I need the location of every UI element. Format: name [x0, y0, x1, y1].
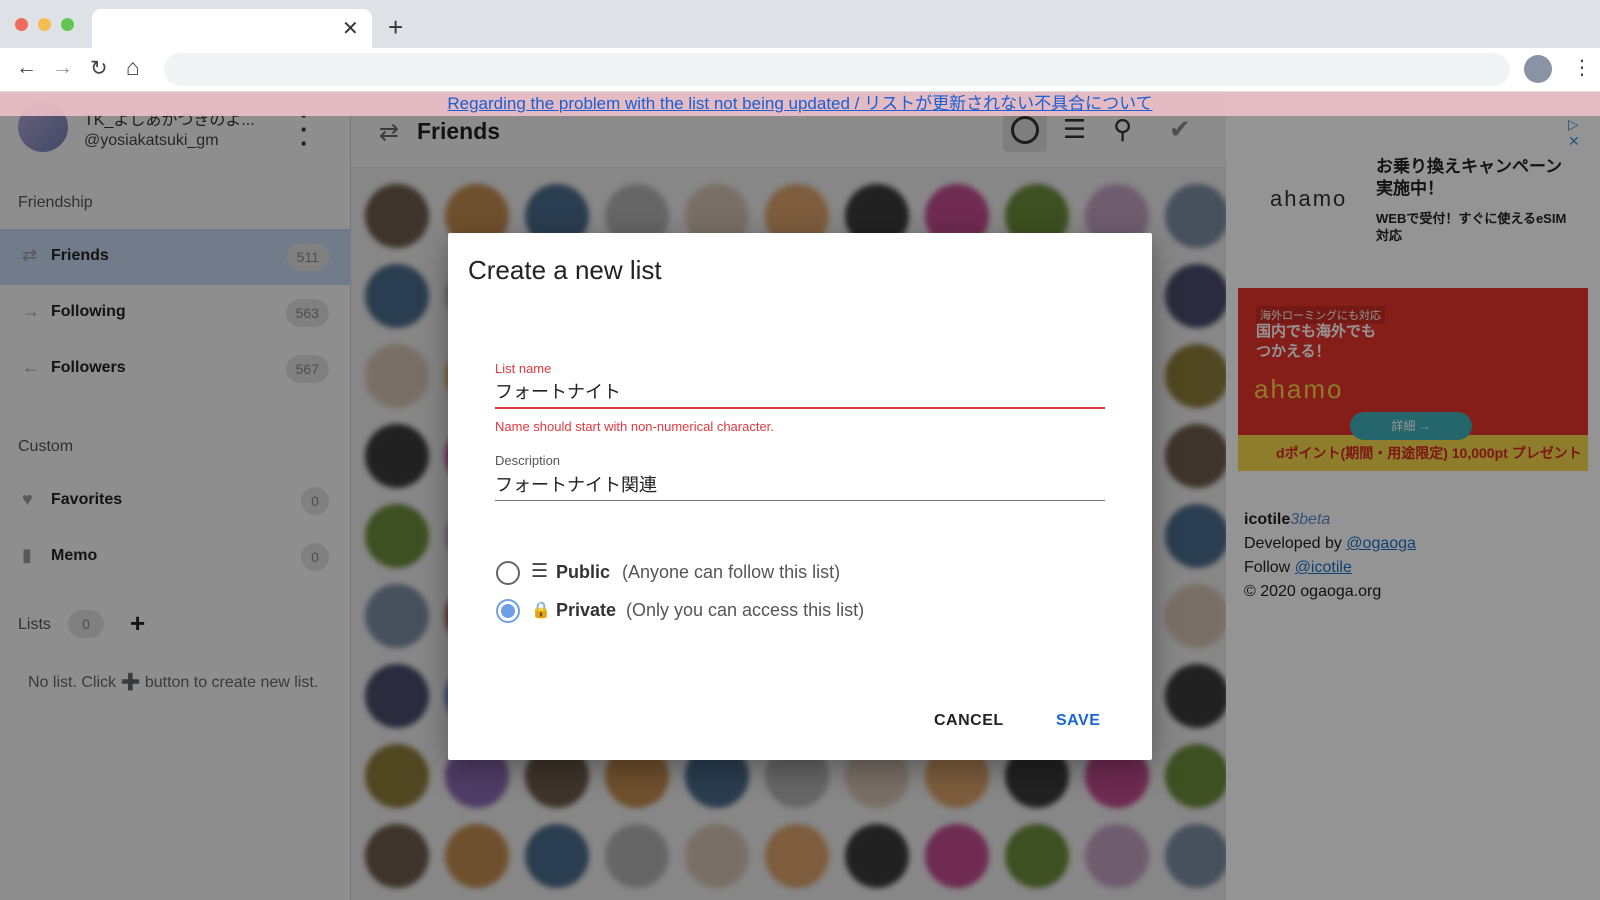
forward-icon[interactable]: →: [52, 56, 73, 80]
private-desc: (Only you can access this list): [626, 600, 865, 620]
dialog-title: Create a new list: [468, 255, 662, 285]
list-name-error: Name should start with non-numerical cha…: [495, 419, 774, 434]
cancel-button[interactable]: CANCEL: [934, 703, 1004, 739]
public-desc: (Anyone can follow this list): [622, 562, 841, 582]
description-input[interactable]: [495, 471, 1105, 501]
new-tab-icon[interactable]: +: [388, 12, 403, 43]
browser-toolbar: ← → ↻ ⌂ ⋮: [0, 48, 1600, 92]
list-name-input[interactable]: [495, 379, 1105, 409]
browser-menu-icon[interactable]: ⋮: [1572, 55, 1592, 80]
private-label: Private: [556, 600, 617, 620]
address-bar[interactable]: [164, 53, 1510, 86]
profile-avatar[interactable]: [1524, 55, 1552, 83]
create-list-dialog: Create a new list List name Name should …: [448, 233, 1152, 760]
browser-chrome: ✕ + ← → ↻ ⌂ ⋮: [0, 0, 1600, 92]
browser-tab[interactable]: [92, 9, 372, 48]
description-label: Description: [495, 453, 561, 468]
reload-icon[interactable]: ↻: [90, 56, 108, 81]
public-label: Public: [556, 562, 611, 582]
list-name-label: List name: [495, 361, 552, 376]
list-icon: ☰: [531, 561, 549, 582]
notice-bar: Regarding the problem with the list not …: [0, 92, 1600, 116]
maximize-window-button[interactable]: [61, 18, 74, 31]
notice-link[interactable]: Regarding the problem with the list not …: [447, 94, 1152, 113]
lock-icon: 🔒: [531, 602, 551, 619]
close-tab-icon[interactable]: ✕: [342, 16, 359, 41]
private-radio[interactable]: [496, 599, 520, 623]
back-icon[interactable]: ←: [16, 56, 37, 80]
minimize-window-button[interactable]: [38, 18, 51, 31]
home-icon[interactable]: ⌂: [126, 54, 140, 81]
save-button[interactable]: SAVE: [1056, 703, 1100, 739]
public-radio[interactable]: [496, 561, 520, 585]
close-window-button[interactable]: [15, 18, 28, 31]
